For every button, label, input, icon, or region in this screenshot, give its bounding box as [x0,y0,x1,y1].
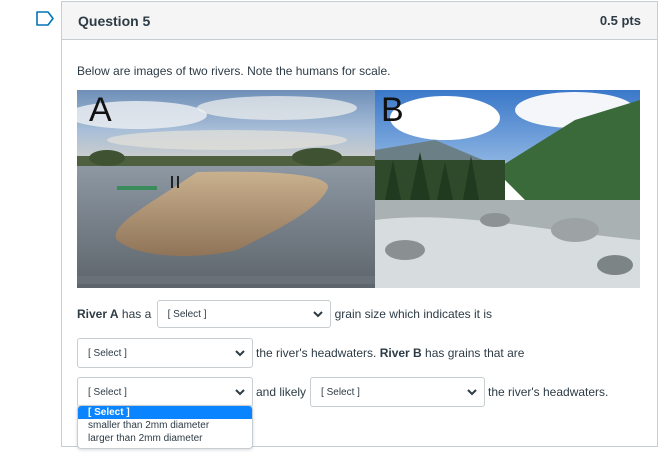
question-title: Question 5 [78,12,151,29]
chevron-down-icon [235,350,245,357]
grain-text: grain size which indicates it is [334,307,493,321]
answer-line-3: [ Select ] and likely [ Select ] the riv… [77,377,608,407]
river-a-label: A [89,91,112,129]
location-b-select[interactable]: [ Select ] [310,377,486,407]
question-points: 0.5 pts [599,13,641,28]
river-b-text: River B [379,346,422,360]
has-a-text: has a [118,307,155,321]
grain-b-select-value: [ Select ] [88,386,127,398]
dropdown-option-select[interactable]: [ Select ] [78,406,252,419]
chevron-down-icon [312,311,323,318]
grain-b-select[interactable]: [ Select ] [77,377,253,407]
question-header: Question 5 0.5 pts [62,2,657,40]
and-likely-text: and likely [256,385,307,399]
question-prompt: Below are images of two rivers. Note the… [77,64,391,78]
chevron-down-icon [235,389,245,396]
headwaters-text: the river's headwaters. [256,346,380,360]
dropdown-option-smaller[interactable]: smaller than 2mm diameter [78,419,252,432]
river-images: A B [77,90,640,288]
dropdown-option-larger[interactable]: larger than 2mm diameter [78,432,252,445]
flag-question-icon[interactable] [36,11,54,26]
chevron-down-icon [467,389,477,396]
grain-size-select-value: [ Select ] [167,308,207,320]
location-b-select-value: [ Select ] [321,386,360,398]
grain-b-dropdown-list: [ Select ] smaller than 2mm diameter lar… [77,405,253,449]
location-a-select-value: [ Select ] [88,347,127,359]
river-a-image: A [77,90,375,288]
grain-size-select[interactable]: [ Select ] [156,300,331,328]
headwaters-end-text: the river's headwaters. [488,385,609,399]
river-b-label: B [381,91,404,129]
answer-line-2: [ Select ] the river's headwaters. River… [77,338,524,368]
river-a-text: River A [77,307,119,321]
answer-line-1: River A has a [ Select ] grain size whic… [77,300,492,328]
river-b-image: B [375,90,640,288]
grains-text: has grains that are [421,346,525,360]
location-a-select[interactable]: [ Select ] [77,338,253,368]
